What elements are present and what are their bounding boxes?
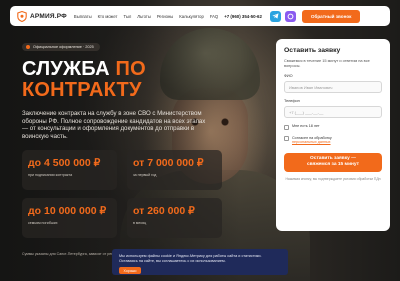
nav-item-payments[interactable]: Выплаты [74, 14, 92, 19]
payment-card-label: в месяц [133, 221, 147, 225]
title-white: СЛУЖБА [22, 58, 116, 80]
payment-card: до 10 000 000 ₽ семьям погибших [22, 198, 117, 238]
nav-item-who-can[interactable]: Кто может [98, 14, 118, 19]
consent-text: Согласен на обработку [292, 135, 332, 140]
age-checkbox[interactable] [284, 124, 289, 130]
form-subtitle: Свяжемся в течение 15 минут и ответим на… [284, 58, 370, 68]
privacy-link[interactable]: персональных данных [292, 140, 331, 144]
official-badge: Официальное оформление · 2025 [22, 43, 100, 51]
payment-card-label: при подписании контракта [28, 173, 73, 177]
application-form: Оставить заявку Свяжемся в течение 15 ми… [276, 39, 390, 231]
phone-link[interactable]: +7 (960) 354-50-62 [224, 14, 262, 19]
payment-card: до 4 500 000 ₽ при подписании контракта [22, 150, 117, 190]
badge-text: Официальное оформление · 2025 [33, 45, 94, 49]
nav-item-calculator[interactable]: Калькулятор [179, 14, 204, 19]
payment-card-label: за первый год [133, 173, 157, 177]
cookie-banner: Мы используем файлы cookie и Яндекс.Метр… [112, 249, 288, 275]
consent-checkbox[interactable] [284, 136, 289, 141]
phone-field[interactable]: +7 (___) ___-__-__ [284, 106, 382, 118]
payment-card: от 260 000 ₽ в месяц [127, 198, 222, 238]
page-title: СЛУЖБА ПО КОНТРАКТУ [22, 59, 146, 101]
consent-checkbox-row[interactable]: Согласен на обработку персональных данны… [284, 136, 382, 145]
title-orange-word: ПО [115, 58, 146, 80]
logo-text[interactable]: АРМИЯ.РФ [30, 13, 67, 20]
form-title: Оставить заявку [284, 47, 341, 54]
cookie-accept-button[interactable]: Хорошо [119, 267, 141, 274]
cookie-text: Мы используем файлы cookie и Яндекс.Метр… [119, 254, 262, 263]
hero-description: Заключение контракта на службу в зоне СВ… [22, 110, 206, 141]
nav-item-faq[interactable]: FAQ [210, 14, 218, 19]
payment-card-label: семьям погибших [28, 221, 58, 225]
name-field[interactable]: Иванов Иван Иванович [284, 81, 382, 93]
payment-card: от 7 000 000 ₽ за первый год [127, 150, 222, 190]
payment-card-value: от 260 000 ₽ [133, 205, 195, 217]
form-disclaimer: Нажимая кнопку, вы подтверждаете условия… [285, 176, 381, 181]
telegram-icon[interactable] [269, 10, 281, 22]
submit-button[interactable]: Оставить заявку — свяжемся за 15 минут [284, 152, 382, 172]
title-orange-line: КОНТРАКТУ [22, 79, 142, 101]
age-checkbox-row[interactable]: Мне есть 18 лет [284, 124, 382, 130]
payment-card-value: до 10 000 000 ₽ [28, 205, 107, 217]
badge-dot-icon [26, 45, 30, 49]
payment-card-value: от 7 000 000 ₽ [133, 157, 204, 169]
main-nav: Выплаты Кто может Тыл Льготы Регионы Кал… [74, 14, 218, 19]
site-header: АРМИЯ.РФ Выплаты Кто может Тыл Льготы Ре… [10, 6, 390, 26]
payment-card-value: до 4 500 000 ₽ [28, 157, 101, 169]
nav-item-benefits[interactable]: Льготы [137, 14, 151, 19]
phone-field-label: Телефон [284, 99, 300, 103]
shield-logo-icon[interactable] [16, 10, 27, 22]
nav-item-rear[interactable]: Тыл [123, 14, 131, 19]
name-field-label: ФИО [284, 74, 293, 78]
callback-button[interactable]: Обратный звонок [301, 9, 361, 23]
consent-checkbox-label: Согласен на обработку персональных данны… [292, 136, 332, 145]
age-checkbox-label: Мне есть 18 лет [292, 124, 320, 128]
payment-cards: до 4 500 000 ₽ при подписании контракта … [22, 150, 222, 238]
nav-item-regions[interactable]: Регионы [157, 14, 173, 19]
max-messenger-icon[interactable] [284, 10, 296, 22]
amounts-footnote: Суммы указаны для Санкт-Петербурга, зави… [22, 252, 122, 256]
